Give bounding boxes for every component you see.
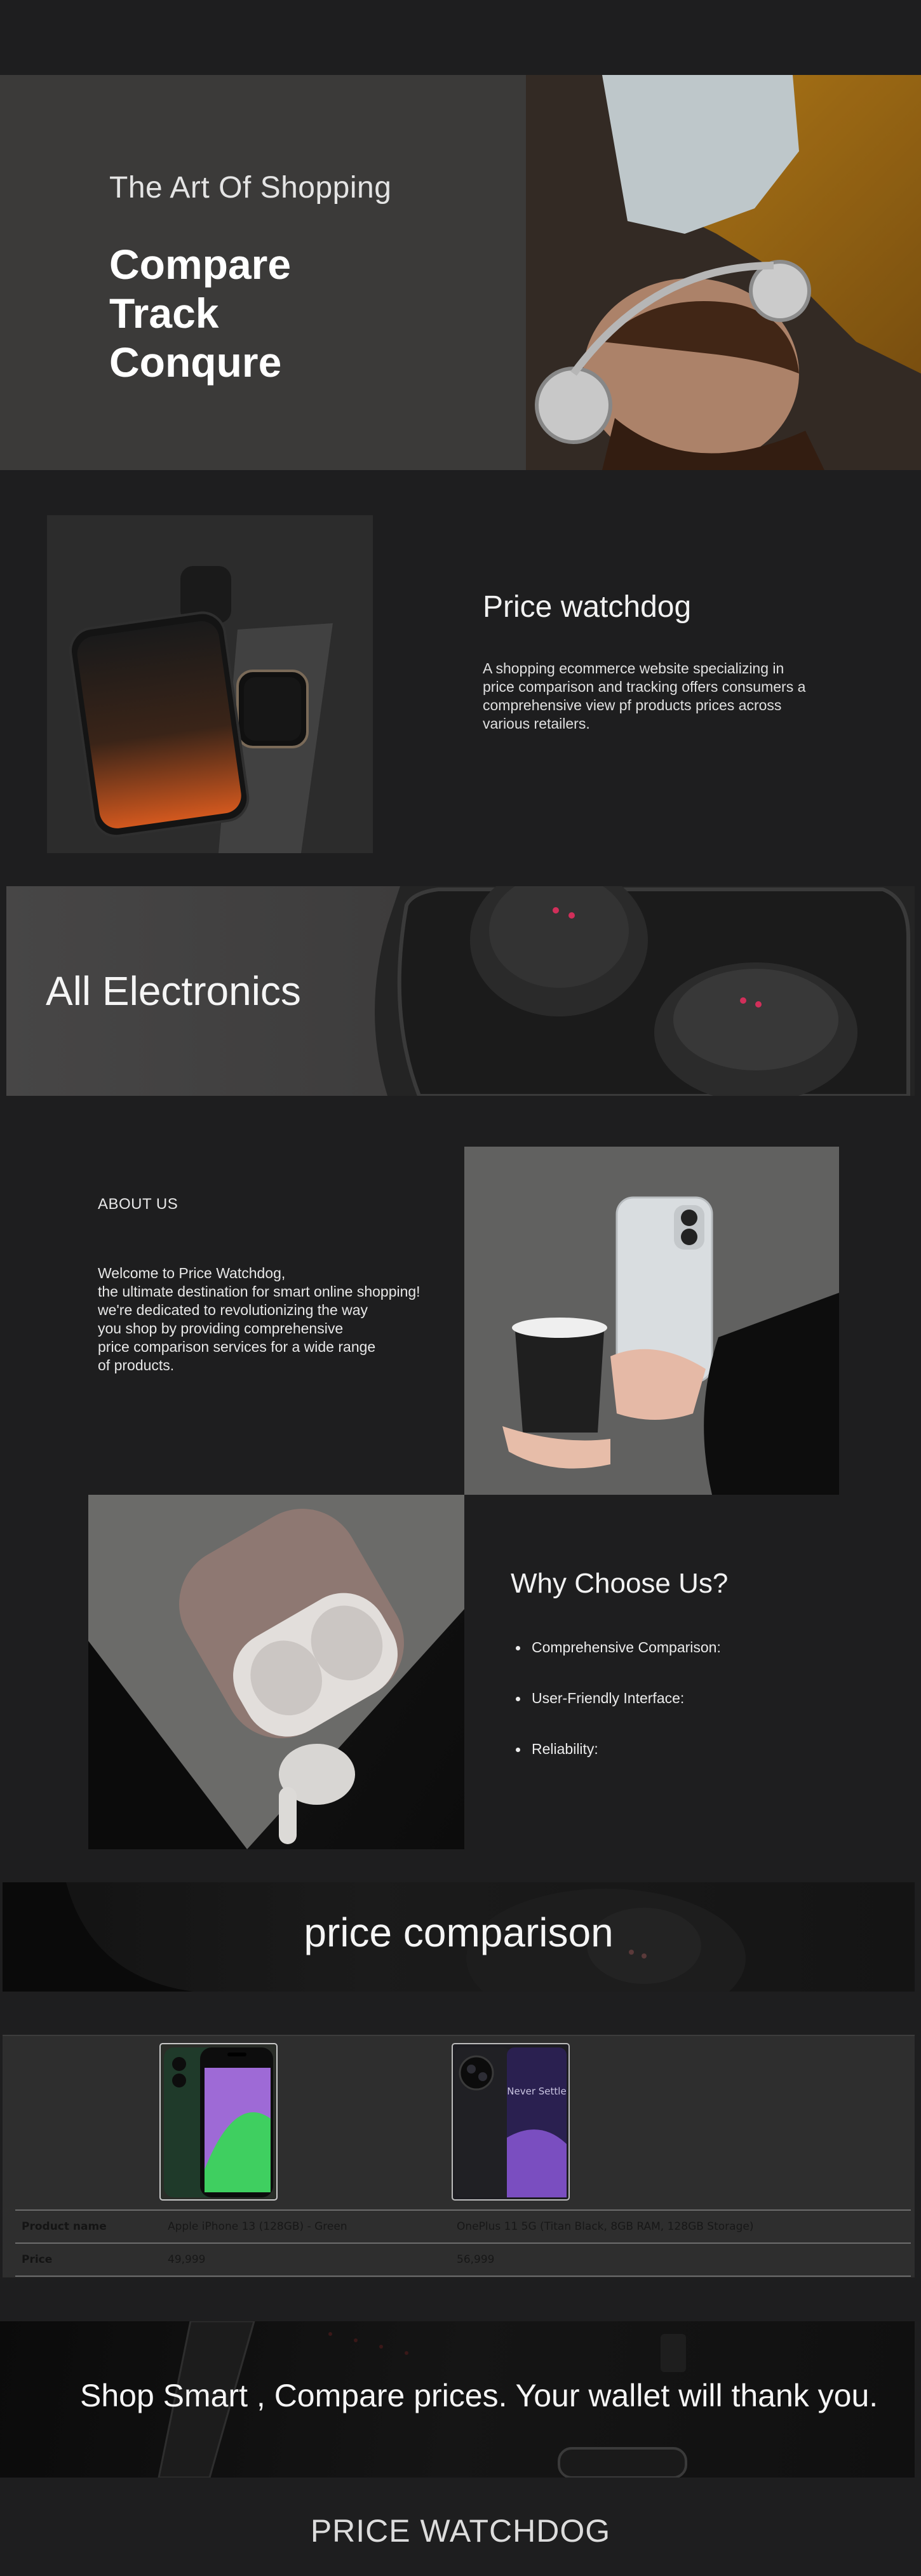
cell-iphone-price: 49,999 xyxy=(161,2242,450,2277)
why-choose-us-list: Comprehensive Comparison: User-Friendly … xyxy=(516,1639,721,1791)
about-line: price comparison services for a wide ran… xyxy=(98,1339,376,1355)
all-electronics-title: All Electronics xyxy=(46,968,301,1014)
shop-smart-slogan: Shop Smart , Compare prices. Your wallet… xyxy=(80,2378,878,2413)
all-electronics-banner[interactable]: All Electronics xyxy=(6,886,915,1096)
watchdog-title: Price watchdog xyxy=(483,590,692,624)
hero-tagline: The Art Of Shopping xyxy=(109,171,392,205)
phone-watch-earbuds-photo xyxy=(47,515,373,853)
about-line: of products. xyxy=(98,1357,175,1373)
watchdog-description: A shopping ecommerce website specializin… xyxy=(483,660,806,732)
hero-headline: Compare Track Conqure xyxy=(109,240,291,387)
footer-brand[interactable]: PRICE WATCHDOG xyxy=(0,2512,921,2549)
product-image-iphone[interactable] xyxy=(159,2042,278,2201)
about-line: Welcome to Price Watchdog, xyxy=(98,1265,286,1281)
product-image-oneplus[interactable]: Never Settle xyxy=(451,2042,570,2201)
about-line: we're dedicated to revolutionizing the w… xyxy=(98,1302,368,1318)
comparison-table-section: Never Settle Product name Apple iPhone 1… xyxy=(3,2035,915,2277)
table-row-price: Price 49,999 56,999 xyxy=(15,2242,911,2277)
headline-line-compare: Compare xyxy=(109,241,292,288)
price-comparison-title: price comparison xyxy=(304,1910,614,1955)
price-comparison-banner[interactable]: price comparison xyxy=(3,1882,915,1992)
iphone-coffee-cup-photo xyxy=(464,1147,839,1495)
bullet-icon xyxy=(516,1697,520,1701)
shop-smart-banner: Shop Smart , Compare prices. Your wallet… xyxy=(0,2321,915,2478)
why-item-interface: User-Friendly Interface: xyxy=(516,1690,721,1741)
cell-oneplus-price: 56,999 xyxy=(450,2242,911,2277)
about-us-text: Welcome to Price Watchdog, the ultimate … xyxy=(98,1264,473,1375)
oneplus-screen-text: Never Settle xyxy=(507,2086,566,2097)
table-row-product-name: Product name Apple iPhone 13 (128GB) - G… xyxy=(15,2209,911,2243)
why-choose-us-title: Why Choose Us? xyxy=(511,1568,729,1599)
why-item-comparison: Comprehensive Comparison: xyxy=(516,1639,721,1690)
headline-line-track: Track xyxy=(109,290,219,337)
bullet-icon xyxy=(516,1646,520,1650)
comparison-table: Product name Apple iPhone 13 (128GB) - G… xyxy=(15,2209,911,2277)
about-line: the ultimate destination for smart onlin… xyxy=(98,1283,420,1300)
about-line: you shop by providing comprehensive xyxy=(98,1320,344,1337)
row-label: Price xyxy=(15,2242,161,2277)
row-label: Product name xyxy=(15,2209,161,2243)
hero-photo-person-headphones xyxy=(526,75,921,470)
bullet-icon xyxy=(516,1748,520,1752)
about-us-label: ABOUT US xyxy=(98,1196,178,1213)
cell-iphone-name[interactable]: Apple iPhone 13 (128GB) - Green xyxy=(161,2209,450,2243)
headline-line-conquer: Conqure xyxy=(109,339,282,386)
cell-oneplus-name[interactable]: OnePlus 11 5G (Titan Black, 8GB RAM, 128… xyxy=(450,2209,911,2243)
why-item-reliability: Reliability: xyxy=(516,1741,721,1791)
airpods-photo xyxy=(88,1495,464,1849)
